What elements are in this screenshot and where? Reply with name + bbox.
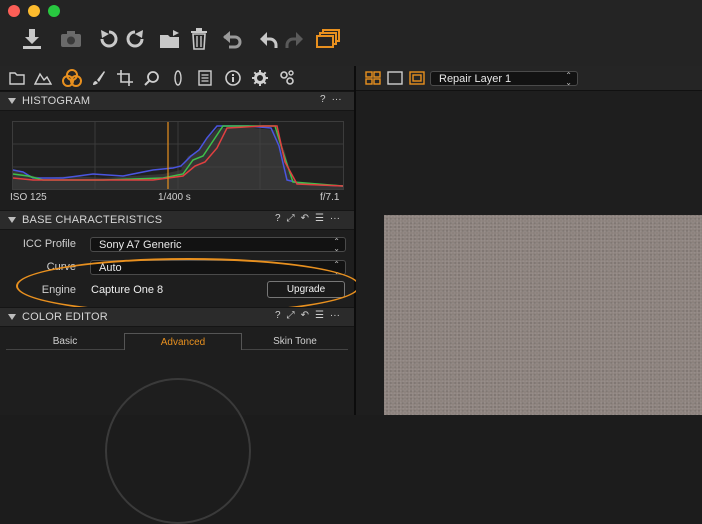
presets-icon[interactable]: ☰ xyxy=(315,310,324,321)
more-icon[interactable]: ··· xyxy=(332,94,342,105)
single-view-icon[interactable] xyxy=(387,71,403,85)
reset-icon[interactable]: ↶ xyxy=(301,310,309,321)
color-editor-header[interactable]: COLOR EDITOR ? ⤢ ↶ ☰ ··· xyxy=(0,307,354,327)
move-to-folder-icon[interactable] xyxy=(156,24,186,54)
expand-icon[interactable]: ⤢ xyxy=(287,213,295,224)
color-editor-header-tools: ? ⤢ ↶ ☰ ··· xyxy=(275,310,340,321)
aperture-value: f/7.1 xyxy=(320,192,340,203)
collapse-triangle-icon[interactable] xyxy=(8,217,16,223)
histogram-title: HISTOGRAM xyxy=(22,95,91,107)
info-tab-icon[interactable] xyxy=(222,67,244,89)
more-icon[interactable]: ··· xyxy=(330,310,340,321)
grid-view-icon[interactable] xyxy=(365,71,381,85)
base-characteristics-title: BASE CHARACTERISTICS xyxy=(22,214,163,226)
icc-profile-label: ICC Profile xyxy=(22,238,76,250)
brush-tab-icon[interactable] xyxy=(88,67,110,89)
reset-icon[interactable] xyxy=(217,24,247,54)
import-icon[interactable] xyxy=(17,24,47,54)
photo-preview[interactable] xyxy=(384,215,702,415)
library-tab-icon[interactable] xyxy=(6,67,28,89)
color-editor-title: COLOR EDITOR xyxy=(22,311,108,323)
more-icon[interactable]: ··· xyxy=(330,213,340,224)
iso-value: ISO 125 xyxy=(10,192,47,203)
highlight-ellipse xyxy=(16,258,360,314)
tab-basic[interactable]: Basic xyxy=(6,333,124,350)
trash-icon[interactable] xyxy=(184,24,214,54)
minimize-window-button[interactable] xyxy=(28,5,40,17)
color-tab-icon[interactable] xyxy=(59,67,85,89)
tab-skin-tone[interactable]: Skin Tone xyxy=(242,333,348,350)
metadata-tab-icon[interactable] xyxy=(194,67,216,89)
reset-icon[interactable]: ↶ xyxy=(301,213,309,224)
expand-icon[interactable]: ⤢ xyxy=(287,310,295,321)
crop-tab-icon[interactable] xyxy=(114,67,136,89)
search-tab-icon[interactable] xyxy=(141,67,163,89)
close-window-button[interactable] xyxy=(8,5,20,17)
histogram-plot xyxy=(12,121,344,190)
batch-gear-tab-icon[interactable] xyxy=(276,67,298,89)
zoom-window-button[interactable] xyxy=(48,5,60,17)
lens-tab-icon[interactable] xyxy=(167,67,189,89)
rotate-right-icon[interactable] xyxy=(120,24,150,54)
redo-icon[interactable] xyxy=(279,24,309,54)
shutter-value: 1/400 s xyxy=(158,192,191,203)
layer-view-icon[interactable] xyxy=(409,71,425,85)
icc-profile-value: Sony A7 Generic xyxy=(99,239,182,251)
camera-icon[interactable] xyxy=(56,24,86,54)
layer-select[interactable]: Repair Layer 1 ⌃ ⌄ xyxy=(430,71,578,87)
icc-profile-select[interactable]: Sony A7 Generic ⌃ ⌄ xyxy=(90,237,346,253)
chevron-updown-icon: ⌃ ⌄ xyxy=(565,71,572,87)
chevron-updown-icon: ⌃ ⌄ xyxy=(333,237,340,253)
tab-advanced[interactable]: Advanced xyxy=(124,333,242,350)
base-characteristics-header[interactable]: BASE CHARACTERISTICS ? ⤢ ↶ ☰ ··· xyxy=(0,210,354,230)
help-icon[interactable]: ? xyxy=(275,213,281,224)
help-icon[interactable]: ? xyxy=(320,94,326,105)
capture-tab-icon[interactable] xyxy=(32,67,54,89)
histogram-header-tools: ? ··· xyxy=(320,94,342,105)
settings-gear-tab-icon[interactable] xyxy=(249,67,271,89)
multiple-variants-icon[interactable] xyxy=(313,24,343,54)
histogram-header[interactable]: HISTOGRAM ? ··· xyxy=(0,91,354,111)
color-wheel[interactable] xyxy=(105,378,251,524)
base-characteristics-header-tools: ? ⤢ ↶ ☰ ··· xyxy=(275,213,340,224)
layer-select-value: Repair Layer 1 xyxy=(439,73,512,85)
help-icon[interactable]: ? xyxy=(275,310,281,321)
collapse-triangle-icon[interactable] xyxy=(8,98,16,104)
collapse-triangle-icon[interactable] xyxy=(8,314,16,320)
presets-icon[interactable]: ☰ xyxy=(315,213,324,224)
